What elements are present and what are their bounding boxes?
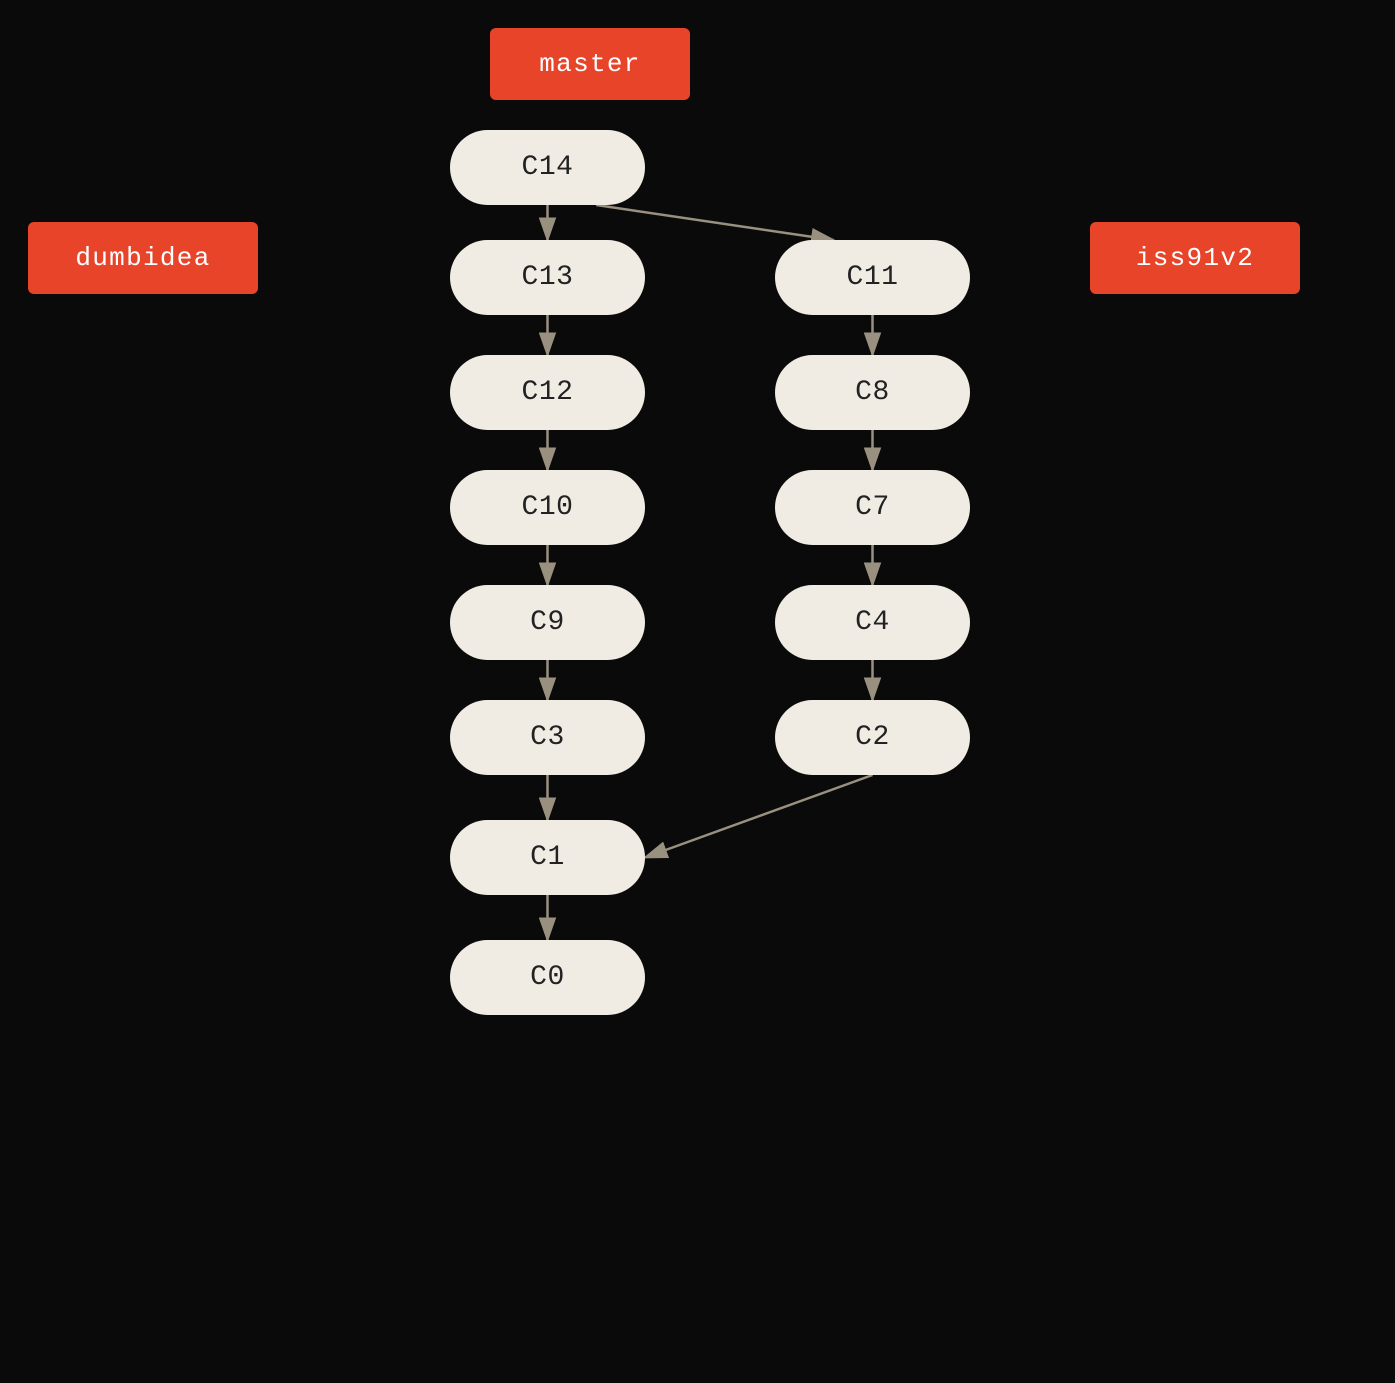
branch-iss91v2: iss91v2 — [1090, 222, 1300, 294]
commit-C11: C11 — [775, 240, 970, 315]
commit-C9: C9 — [450, 585, 645, 660]
commit-C2: C2 — [775, 700, 970, 775]
commit-C1: C1 — [450, 820, 645, 895]
commit-C12: C12 — [450, 355, 645, 430]
arrows-svg — [0, 0, 1395, 1383]
commit-C10: C10 — [450, 470, 645, 545]
commit-C14: C14 — [450, 130, 645, 205]
commit-C0: C0 — [450, 940, 645, 1015]
branch-master: master — [490, 28, 690, 100]
diagram-container: master dumbidea iss91v2 C14 C13 C12 C10 C9 C3 C1 C… — [0, 0, 1395, 1383]
commit-C8: C8 — [775, 355, 970, 430]
commit-C13: C13 — [450, 240, 645, 315]
commit-C3: C3 — [450, 700, 645, 775]
branch-dumbidea: dumbidea — [28, 222, 258, 294]
commit-C7: C7 — [775, 470, 970, 545]
commit-C4: C4 — [775, 585, 970, 660]
